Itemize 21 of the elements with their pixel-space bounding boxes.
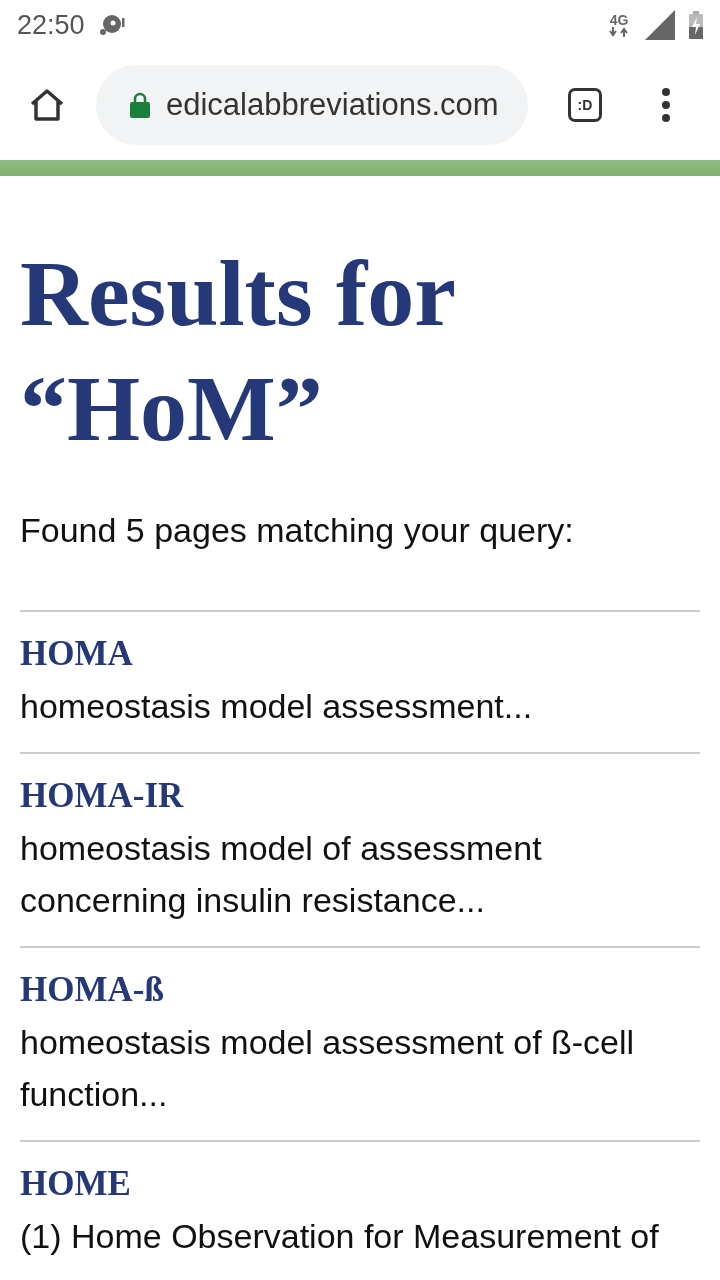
url-text: edicalabbreviations.com (166, 87, 499, 123)
results-summary: Found 5 pages matching your query: (20, 510, 700, 612)
address-bar[interactable]: edicalabbreviations.com (96, 65, 528, 145)
result-link[interactable]: HOMA (20, 632, 700, 676)
network-indicator: 4G (607, 13, 631, 37)
status-time: 22:50 (17, 9, 85, 41)
result-description: homeostasis model assessment of ß-cell function... (20, 1022, 636, 1115)
result-link[interactable]: HOME (20, 1162, 700, 1206)
disc-icon (98, 14, 125, 36)
tab-switcher-button[interactable]: :D (568, 88, 602, 122)
result-description: homeostasis model of assessment concerning insulin resistance... (20, 828, 543, 921)
home-icon[interactable] (30, 89, 64, 121)
menu-icon[interactable] (662, 88, 670, 122)
page-title: Results for “HoM” (20, 240, 456, 462)
battery-icon (689, 11, 703, 39)
result-link[interactable]: HOMA-ß (20, 968, 700, 1012)
result-description: (1) Home Observation for Measurement of (20, 1216, 660, 1257)
result-description: homeostasis model assessment... (20, 686, 534, 727)
lock-icon (130, 92, 150, 118)
signal-icon (645, 10, 675, 40)
result-link[interactable]: HOMA-IR (20, 774, 700, 818)
